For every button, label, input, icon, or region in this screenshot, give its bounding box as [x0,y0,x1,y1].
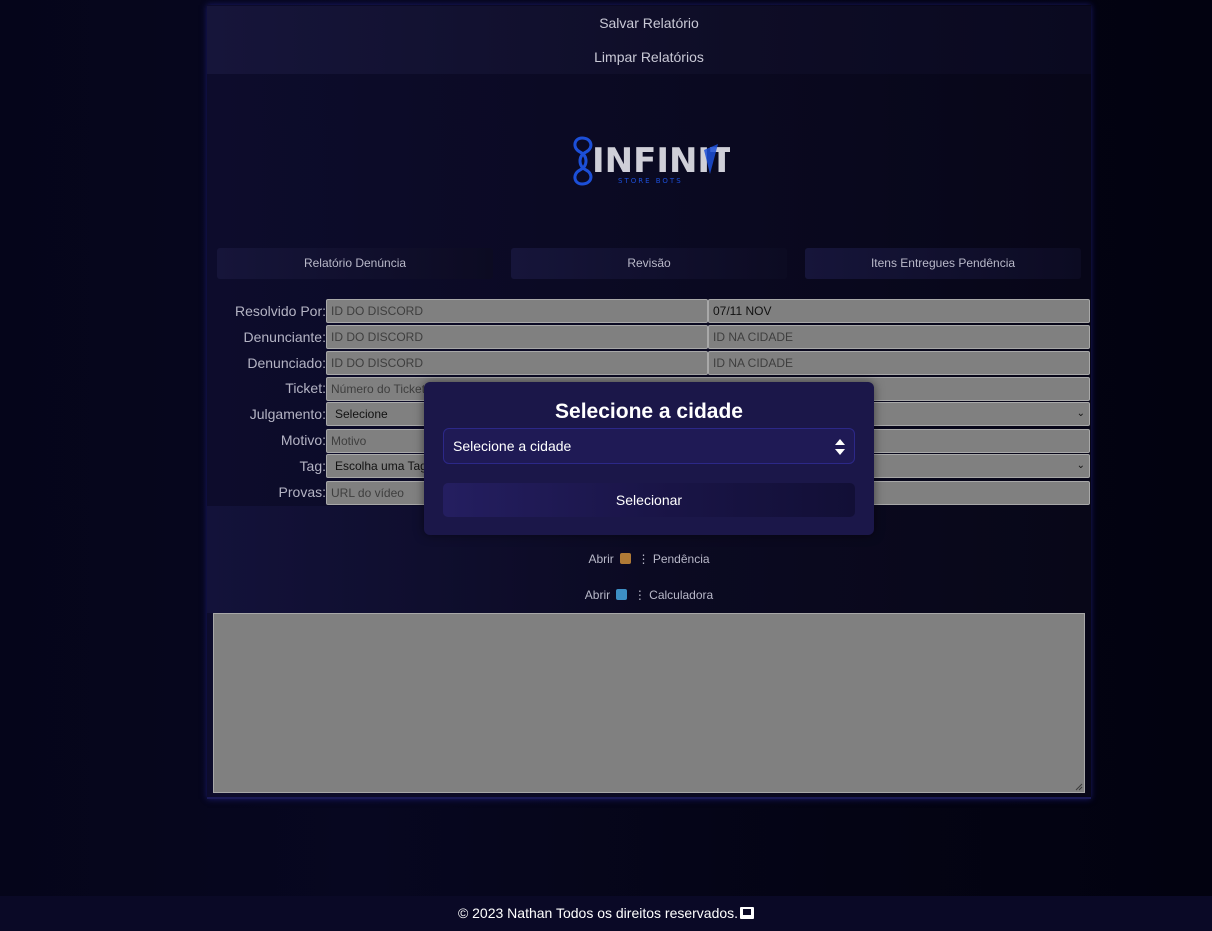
denunciado-discord-input[interactable]: ID DO DISCORD [326,351,708,375]
sort-arrows-icon [835,439,845,455]
logo-sub-text: STORE BOTS [618,177,683,185]
julgamento-label: Julgamento: [249,406,326,422]
footer: © 2023 Nathan Todos os direitos reservad… [0,896,1212,931]
open-label: Abrir [584,588,611,602]
save-report-button[interactable]: Salvar Relatório [207,6,1091,40]
open-pendencia-button[interactable]: Abrir ⋮ Pendência [207,541,1091,577]
package-icon [620,553,632,564]
motivo-label: Motivo: [280,432,326,448]
separator: ⋮ [633,588,646,602]
chevron-down-icon: ⌄ [1076,460,1085,471]
tag-label: Tag: [299,458,326,474]
denunciado-city-input[interactable]: ID NA CIDADE [708,351,1090,375]
city-select-value: Selecione a cidade [453,438,572,454]
denunciado-label: Denunciado: [247,355,326,371]
infinity-logo: INFINITY STORE BOTS [570,130,758,190]
report-textarea[interactable] [213,613,1085,793]
julgamento-value: Selecione [335,407,388,421]
clear-reports-button[interactable]: Limpar Relatórios [207,40,1091,74]
resize-grip-icon[interactable] [1073,781,1083,791]
date-input[interactable]: 07/11 NOV [708,299,1090,323]
ticket-label: Ticket: [285,380,326,396]
open-label: Abrir [588,552,614,566]
tag-value: Escolha uma Tag [335,459,427,473]
tab-revisao[interactable]: Revisão [511,248,787,279]
open-calculadora-button[interactable]: Abrir ⋮ Calculadora [207,577,1091,613]
resolvido-discord-input[interactable]: ID DO DISCORD [326,299,708,323]
abacus-icon [616,589,628,600]
select-city-button[interactable]: Selecionar [443,483,855,517]
denunciante-label: Denunciante: [243,329,326,345]
footer-text: © 2023 Nathan Todos os direitos reservad… [457,905,739,921]
chevron-down-icon: ⌄ [1076,408,1085,419]
laptop-icon [740,907,755,919]
tab-relatorio-denuncia[interactable]: Relatório Denúncia [217,248,493,279]
denunciante-discord-input[interactable]: ID DO DISCORD [326,325,708,349]
resolvido-label: Resolvido Por: [234,303,326,319]
calculadora-label: Calculadora [649,588,714,602]
denunciante-city-input[interactable]: ID NA CIDADE [708,325,1090,349]
city-select-modal: Selecione a cidade Selecione a cidade Se… [424,382,874,535]
pendencia-label: Pendência [652,552,710,566]
provas-label: Provas: [278,484,326,500]
separator: ⋮ [637,552,650,566]
city-select[interactable]: Selecione a cidade [443,428,855,464]
tab-itens-entregues-pendencia[interactable]: Itens Entregues Pendência [805,248,1081,279]
modal-title: Selecione a cidade [555,400,743,423]
